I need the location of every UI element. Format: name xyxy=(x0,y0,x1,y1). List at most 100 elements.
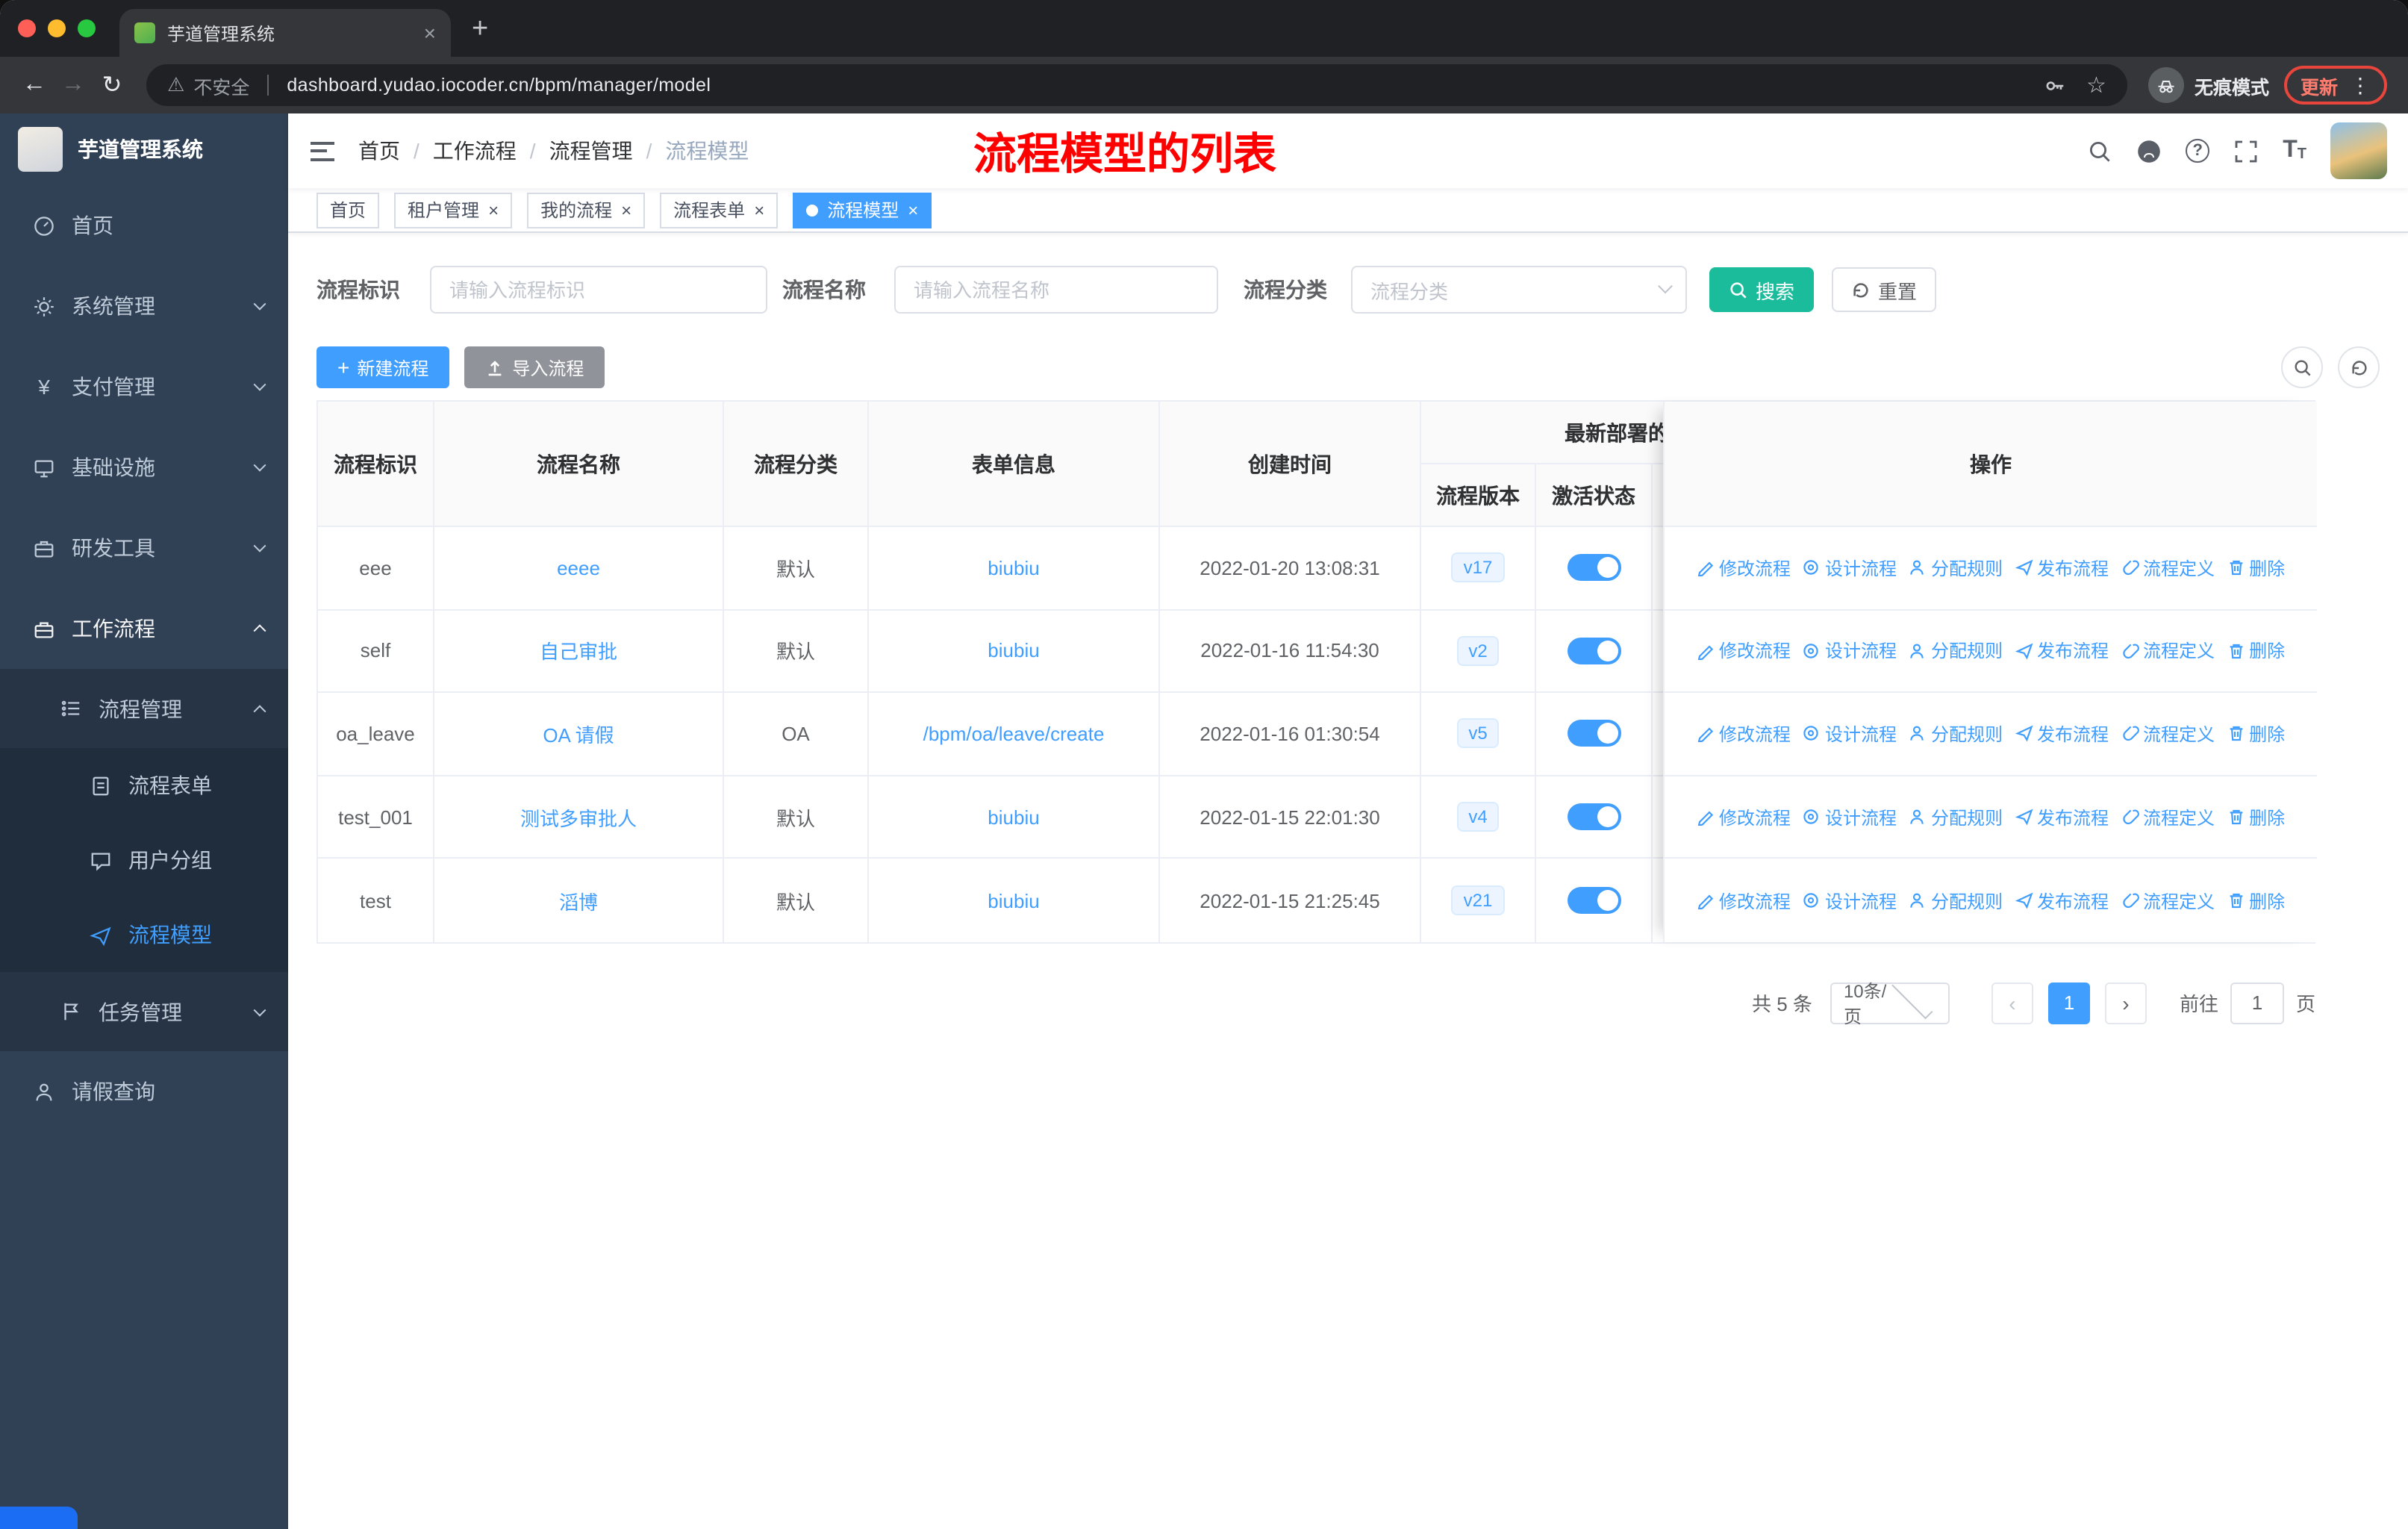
form-link[interactable]: biubiu xyxy=(988,889,1039,912)
back-button[interactable]: ← xyxy=(15,66,54,105)
form-link[interactable]: biubiu xyxy=(988,557,1039,579)
op-edit-process[interactable]: 修改流程 xyxy=(1697,721,1791,747)
sidebar-item-leave-query[interactable]: 请假查询 xyxy=(0,1051,288,1132)
op-assign-rule[interactable]: 分配规则 xyxy=(1909,638,2003,664)
sidebar-item-payment[interactable]: ¥ 支付管理 xyxy=(0,346,288,427)
version-badge[interactable]: v2 xyxy=(1456,635,1500,666)
active-toggle[interactable] xyxy=(1567,803,1621,831)
op-process-definition[interactable]: 流程定义 xyxy=(2121,804,2215,829)
form-link[interactable]: biubiu xyxy=(988,806,1039,828)
process-key-input[interactable] xyxy=(430,266,767,314)
active-toggle[interactable] xyxy=(1567,554,1621,582)
op-assign-rule[interactable]: 分配规则 xyxy=(1909,721,2003,747)
window-zoom-button[interactable] xyxy=(78,19,96,37)
op-publish-process[interactable]: 发布流程 xyxy=(2015,638,2109,664)
sidebar-item-infrastructure[interactable]: 基础设施 xyxy=(0,427,288,508)
show-search-button[interactable] xyxy=(2281,346,2323,388)
op-publish-process[interactable]: 发布流程 xyxy=(2015,804,2109,829)
import-process-button[interactable]: 导入流程 xyxy=(464,346,605,388)
new-tab-button[interactable]: + xyxy=(472,13,488,46)
window-minimize-button[interactable] xyxy=(48,19,66,37)
op-process-definition[interactable]: 流程定义 xyxy=(2121,638,2215,664)
active-toggle[interactable] xyxy=(1567,887,1621,915)
sidebar-item-devtools[interactable]: 研发工具 xyxy=(0,508,288,588)
op-assign-rule[interactable]: 分配规则 xyxy=(1909,804,2003,829)
op-process-definition[interactable]: 流程定义 xyxy=(2121,721,2215,747)
active-toggle[interactable] xyxy=(1567,637,1621,664)
window-close-button[interactable] xyxy=(18,19,36,37)
password-key-icon[interactable] xyxy=(2043,74,2065,96)
next-page-button[interactable]: › xyxy=(2104,982,2147,1024)
op-design-process[interactable]: 设计流程 xyxy=(1803,804,1897,829)
create-process-button[interactable]: + 新建流程 xyxy=(316,346,450,388)
sidebar-item-task-management[interactable]: 任务管理 xyxy=(0,972,288,1051)
op-edit-process[interactable]: 修改流程 xyxy=(1697,804,1791,829)
fullscreen-icon[interactable] xyxy=(2233,138,2259,164)
sidebar-logo[interactable]: 芋道管理系统 xyxy=(0,113,288,185)
tag-tenant[interactable]: 租户管理 × xyxy=(394,192,513,228)
tag-close-icon[interactable]: × xyxy=(621,199,631,220)
op-delete[interactable]: 删除 xyxy=(2227,721,2285,747)
process-name-input[interactable] xyxy=(894,266,1218,314)
op-assign-rule[interactable]: 分配规则 xyxy=(1909,888,2003,913)
font-size-icon[interactable]: TT xyxy=(2283,138,2306,163)
tag-process-form[interactable]: 流程表单 × xyxy=(660,192,779,228)
tag-process-model[interactable]: 流程模型 × xyxy=(793,192,932,228)
process-name-link[interactable]: 自己审批 xyxy=(540,637,617,665)
sidebar-item-system[interactable]: 系统管理 xyxy=(0,266,288,346)
sidebar-item-process-management[interactable]: 流程管理 xyxy=(0,669,288,748)
tab-close-icon[interactable]: × xyxy=(424,22,436,43)
github-icon[interactable] xyxy=(2136,138,2162,164)
process-name-link[interactable]: 测试多审批人 xyxy=(520,803,637,831)
breadcrumb-home[interactable]: 首页 xyxy=(358,136,400,166)
op-design-process[interactable]: 设计流程 xyxy=(1803,721,1897,747)
search-icon[interactable] xyxy=(2087,138,2112,164)
sidebar-item-home[interactable]: 首页 xyxy=(0,185,288,266)
process-name-link[interactable]: eeee xyxy=(557,557,600,579)
url-bar[interactable]: ⚠ 不安全 dashboard.yudao.iocoder.cn/bpm/man… xyxy=(146,64,2127,106)
op-publish-process[interactable]: 发布流程 xyxy=(2015,555,2109,581)
tag-my-process[interactable]: 我的流程 × xyxy=(527,192,646,228)
op-delete[interactable]: 删除 xyxy=(2227,555,2285,581)
op-process-definition[interactable]: 流程定义 xyxy=(2121,555,2215,581)
user-avatar[interactable] xyxy=(2330,122,2387,179)
update-chip[interactable]: 更新 ⋮ xyxy=(2283,66,2387,105)
refresh-table-button[interactable] xyxy=(2338,346,2380,388)
tag-close-icon[interactable]: × xyxy=(488,199,499,220)
browser-menu-icon[interactable]: ⋮ xyxy=(2350,72,2371,98)
sidebar-item-process-form[interactable]: 流程表单 xyxy=(0,748,288,823)
browser-tab[interactable]: 芋道管理系统 × xyxy=(119,9,451,57)
version-badge[interactable]: v17 xyxy=(1451,552,1505,583)
help-icon[interactable]: ? xyxy=(2186,139,2210,163)
op-assign-rule[interactable]: 分配规则 xyxy=(1909,555,2003,581)
incognito-badge[interactable]: 无痕模式 xyxy=(2147,67,2269,103)
process-category-select[interactable]: 流程分类 xyxy=(1351,266,1687,314)
op-design-process[interactable]: 设计流程 xyxy=(1803,555,1897,581)
breadcrumb-process-management[interactable]: 流程管理 xyxy=(549,136,633,166)
sidebar-item-workflow[interactable]: 工作流程 xyxy=(0,588,288,669)
version-badge[interactable]: v21 xyxy=(1451,885,1505,916)
op-delete[interactable]: 删除 xyxy=(2227,804,2285,829)
op-publish-process[interactable]: 发布流程 xyxy=(2015,888,2109,913)
prev-page-button[interactable]: ‹ xyxy=(1991,982,2033,1024)
form-link[interactable]: /bpm/oa/leave/create xyxy=(923,723,1105,745)
op-process-definition[interactable]: 流程定义 xyxy=(2121,888,2215,913)
op-edit-process[interactable]: 修改流程 xyxy=(1697,888,1791,913)
reset-button[interactable]: 重置 xyxy=(1832,267,1937,312)
current-page-button[interactable]: 1 xyxy=(2047,982,2090,1024)
search-button[interactable]: 搜索 xyxy=(1709,267,1815,312)
security-label[interactable]: 不安全 xyxy=(193,71,249,99)
breadcrumb-workflow[interactable]: 工作流程 xyxy=(433,136,517,166)
op-design-process[interactable]: 设计流程 xyxy=(1803,888,1897,913)
page-size-select[interactable]: 10条/页 xyxy=(1830,979,1950,1027)
sidebar-item-user-group[interactable]: 用户分组 xyxy=(0,823,288,897)
tag-home[interactable]: 首页 xyxy=(316,192,380,228)
sidebar-item-process-model[interactable]: 流程模型 xyxy=(0,897,288,972)
form-link[interactable]: biubiu xyxy=(988,640,1039,662)
op-design-process[interactable]: 设计流程 xyxy=(1803,638,1897,664)
tag-close-icon[interactable]: × xyxy=(908,199,918,220)
op-edit-process[interactable]: 修改流程 xyxy=(1697,638,1791,664)
version-badge[interactable]: v4 xyxy=(1456,802,1500,832)
version-badge[interactable]: v5 xyxy=(1456,718,1500,749)
forward-button[interactable]: → xyxy=(54,66,93,105)
